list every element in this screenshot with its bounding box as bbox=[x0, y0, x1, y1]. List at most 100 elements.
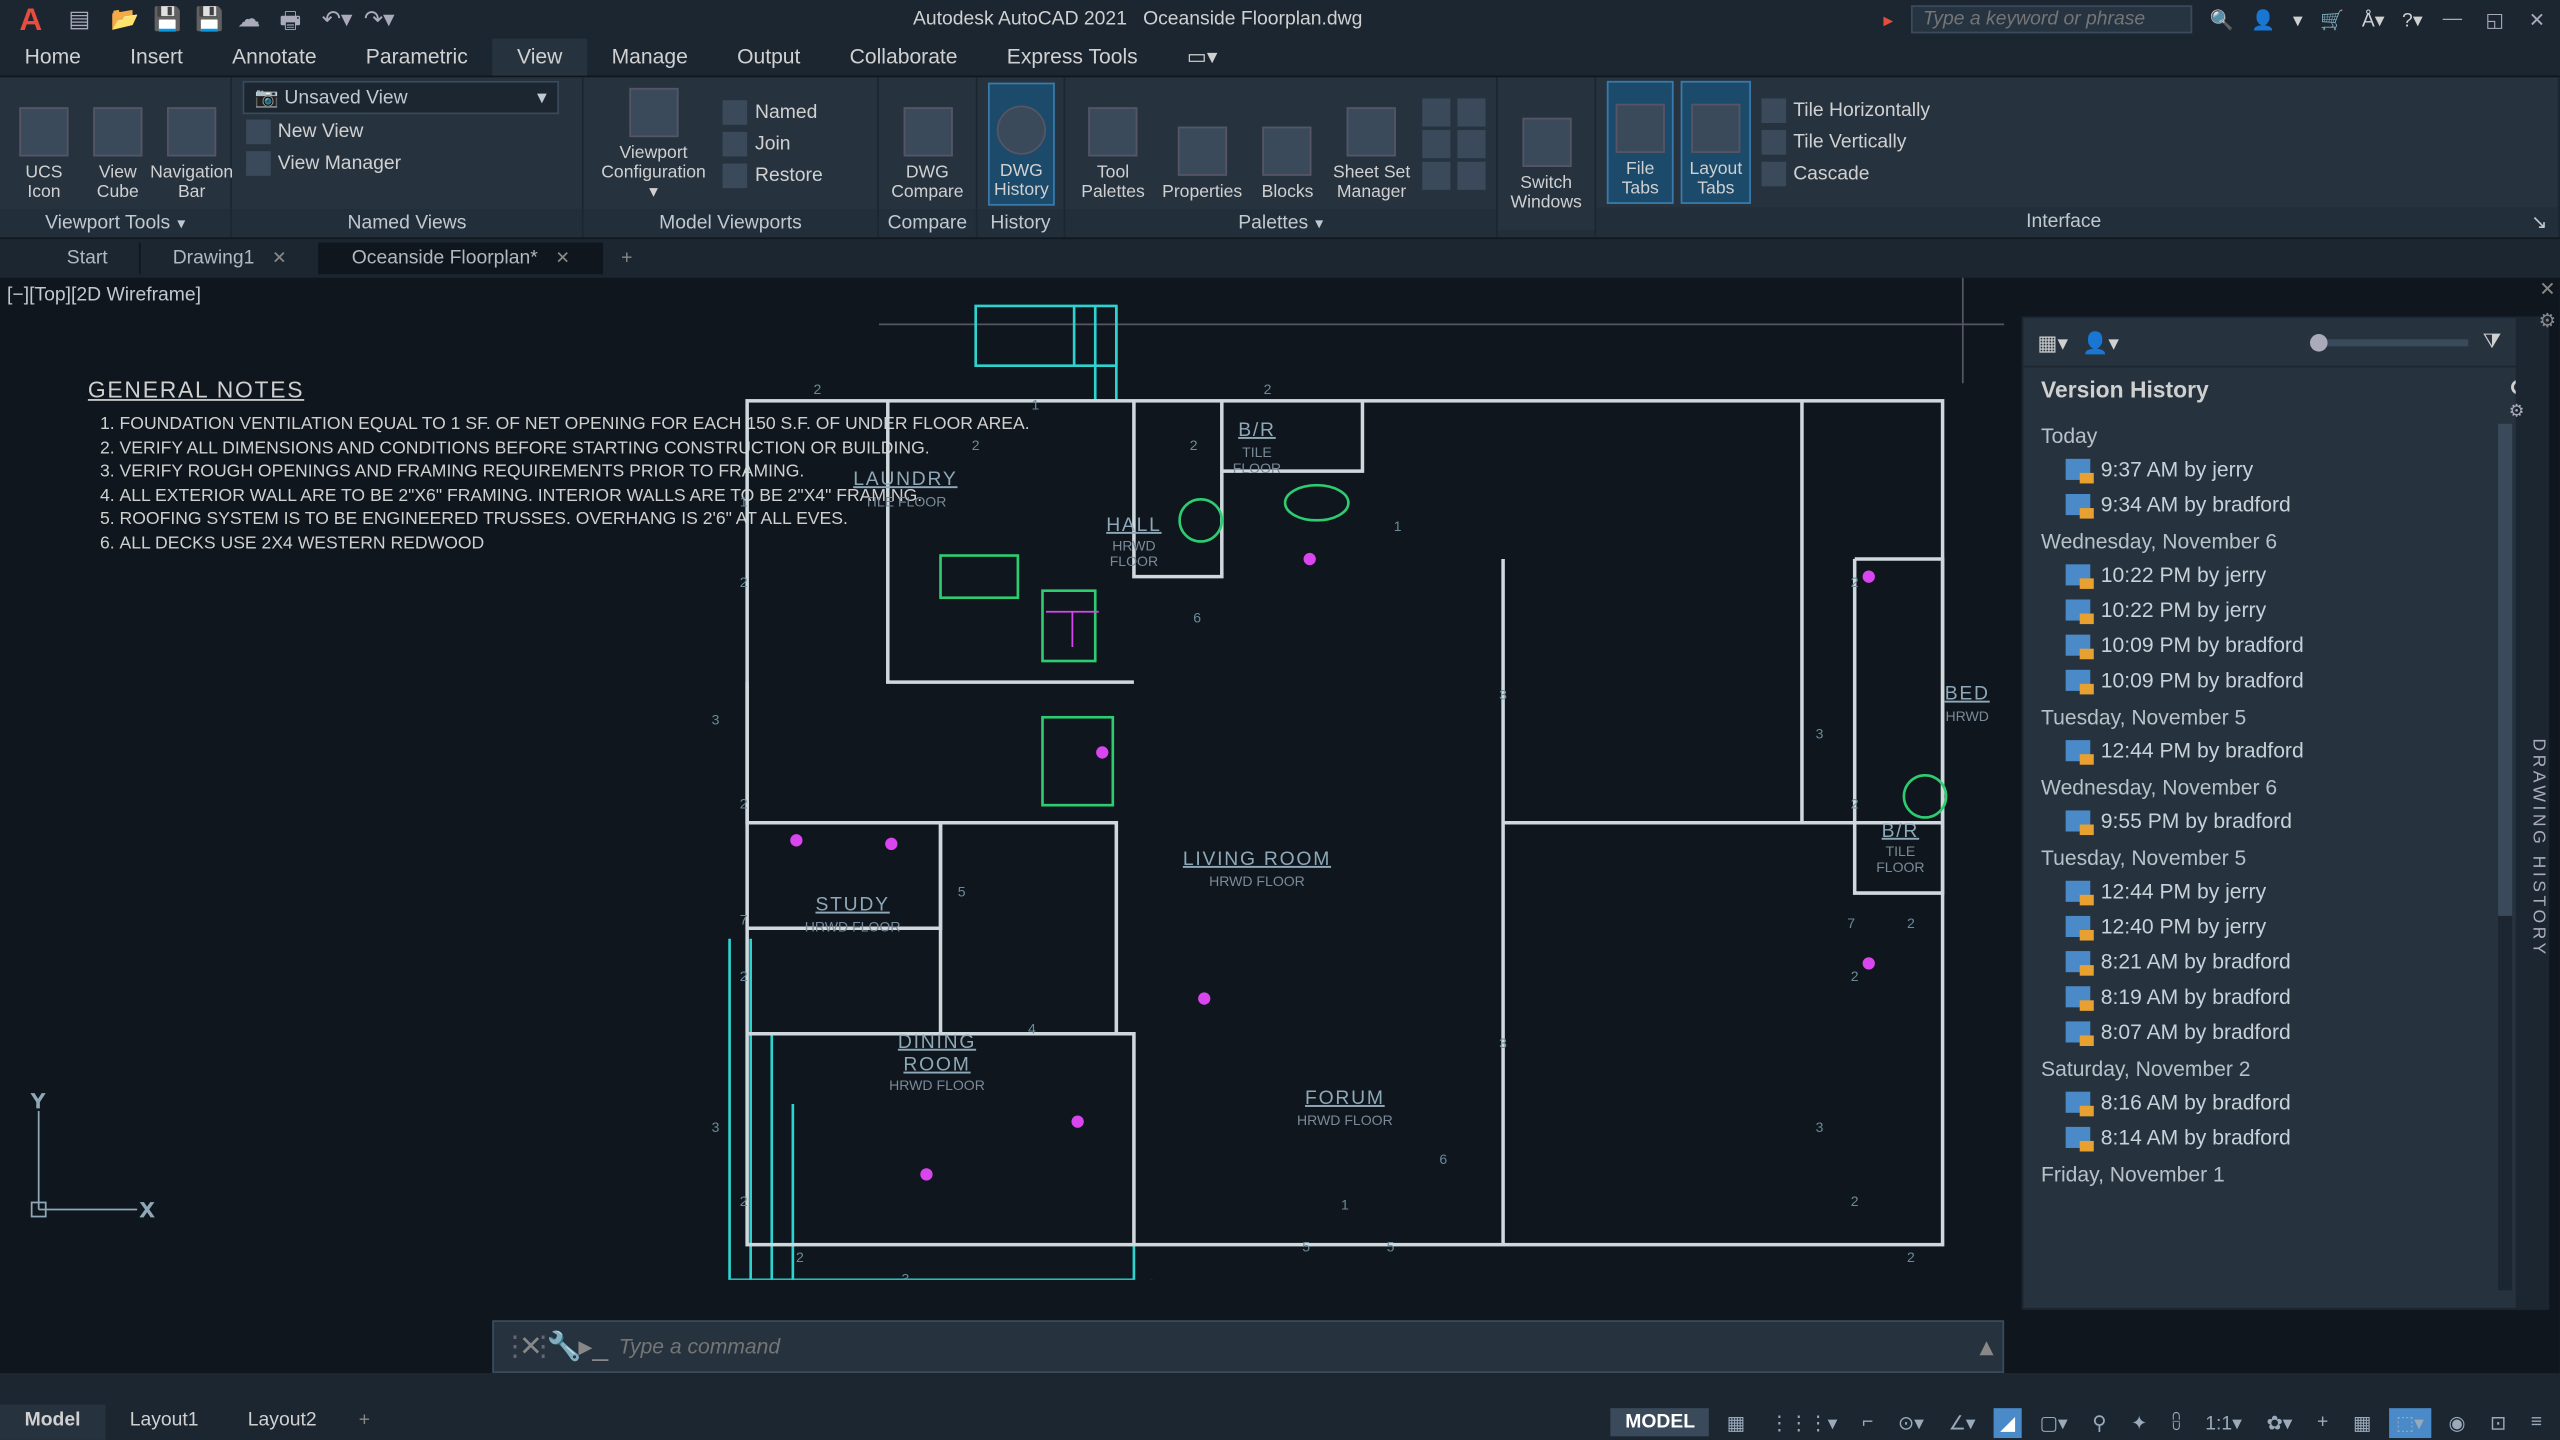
cascade-button[interactable]: Cascade bbox=[1758, 160, 1934, 188]
palette-icon-6[interactable] bbox=[1457, 161, 1485, 189]
vh-filter-icon[interactable]: ⧩ bbox=[2483, 329, 2502, 355]
properties-button[interactable]: Properties bbox=[1157, 82, 1247, 205]
sb-gear-icon[interactable]: ✿▾ bbox=[2259, 1407, 2299, 1437]
qat-save-icon[interactable]: 💾 bbox=[153, 5, 181, 33]
vh-item[interactable]: 12:40 PM by jerry bbox=[2023, 909, 2547, 944]
panel-interface[interactable]: Interface↘ bbox=[1596, 207, 2558, 237]
vh-item[interactable]: 10:22 PM by jerry bbox=[2023, 557, 2547, 592]
ucs-icon[interactable]: YX bbox=[18, 1090, 159, 1239]
sb-grid-icon[interactable]: ▦ bbox=[1720, 1407, 1752, 1437]
dwg-compare-button[interactable]: DWG Compare bbox=[890, 82, 966, 205]
vh-item[interactable]: 8:19 AM by bradford bbox=[2023, 979, 2547, 1014]
panel-palettes[interactable]: Palettes▾ bbox=[1065, 209, 1496, 237]
vh-item[interactable]: 10:22 PM by jerry bbox=[2023, 592, 2547, 627]
tab-collaborate[interactable]: Collaborate bbox=[825, 39, 982, 76]
vh-item[interactable]: 12:44 PM by bradford bbox=[2023, 733, 2547, 768]
dwg-history-button[interactable]: DWG History bbox=[988, 82, 1055, 205]
vh-item[interactable]: 10:09 PM by bradford bbox=[2023, 628, 2547, 663]
cart-icon[interactable]: 🛒 bbox=[2320, 8, 2344, 31]
sb-units-icon[interactable]: ⬚▾ bbox=[2389, 1407, 2431, 1437]
qat-saveas-icon[interactable]: 💾 bbox=[195, 5, 223, 33]
add-tab-icon[interactable]: + bbox=[603, 243, 649, 275]
viewport-config-button[interactable]: Viewport Configuration▾ bbox=[594, 82, 713, 205]
vh-user-icon[interactable]: 👤▾ bbox=[2082, 330, 2119, 355]
sb-hw-icon[interactable]: ◉ bbox=[2441, 1407, 2472, 1437]
vh-item[interactable]: 9:37 AM by jerry bbox=[2023, 452, 2547, 487]
view-cube-button[interactable]: View Cube bbox=[84, 82, 151, 205]
restore-icon[interactable]: ◱ bbox=[2482, 8, 2507, 31]
qat-new-icon[interactable]: ▤ bbox=[69, 5, 97, 33]
sb-scale[interactable]: 1:1▾ bbox=[2198, 1407, 2249, 1437]
sb-transparency-icon[interactable]: ✦ bbox=[2124, 1407, 2154, 1437]
tool-palettes-button[interactable]: Tool Palettes bbox=[1076, 82, 1150, 205]
panel-viewport-tools[interactable]: Viewport Tools▾ bbox=[0, 209, 230, 237]
tab-insert[interactable]: Insert bbox=[106, 39, 208, 76]
doctab-start[interactable]: Start bbox=[35, 243, 141, 275]
file-tabs-button[interactable]: File Tabs bbox=[1607, 81, 1674, 204]
vh-item[interactable]: 8:21 AM by bradford bbox=[2023, 944, 2547, 979]
cmd-grip-icon[interactable]: ⋮⋮ bbox=[494, 1329, 515, 1364]
vh-item[interactable]: 9:55 PM by bradford bbox=[2023, 803, 2547, 838]
tile-horiz-button[interactable]: Tile Horizontally bbox=[1758, 97, 1934, 125]
drawing-canvas[interactable]: GENERAL NOTES FOUNDATION VENTILATION EQU… bbox=[0, 278, 2004, 1310]
view-manager-button[interactable]: View Manager bbox=[243, 149, 572, 177]
palette-icon-3[interactable] bbox=[1422, 161, 1450, 189]
signin-icon[interactable]: 👤 bbox=[2251, 8, 2275, 31]
vh-side-label[interactable]: DRAWING HISTORY ⚙ bbox=[2516, 318, 2548, 1308]
close-tab-icon[interactable]: ✕ bbox=[555, 250, 570, 269]
sb-cycling-icon[interactable]: ⩉ bbox=[2165, 1407, 2188, 1437]
sb-iso-icon[interactable]: ∠▾ bbox=[1941, 1407, 1982, 1437]
dropdown-icon[interactable]: ▾ bbox=[2293, 8, 2303, 31]
sb-snap-icon[interactable]: ⋮⋮⋮▾ bbox=[1763, 1407, 1845, 1437]
palette-icon-2[interactable] bbox=[1422, 129, 1450, 157]
qat-open-icon[interactable]: 📂 bbox=[111, 5, 139, 33]
app-switcher-icon[interactable]: Å▾ bbox=[2362, 8, 2385, 31]
qat-undo-icon[interactable]: ↶▾ bbox=[322, 5, 350, 33]
cmd-customize-icon[interactable]: 🔧 bbox=[547, 1329, 579, 1364]
close-tab-icon[interactable]: ✕ bbox=[272, 250, 287, 269]
add-layout-icon[interactable]: + bbox=[341, 1405, 387, 1440]
palette-icon-1[interactable] bbox=[1422, 98, 1450, 126]
search-arrow-icon[interactable]: ▸ bbox=[1883, 8, 1893, 31]
vh-slider[interactable] bbox=[2310, 338, 2468, 345]
qat-web-icon[interactable]: ☁ bbox=[237, 5, 265, 33]
tab-parametric[interactable]: Parametric bbox=[341, 39, 492, 76]
help-icon[interactable]: ?▾ bbox=[2402, 8, 2422, 31]
view-combo[interactable]: 📷 Unsaved View▾ bbox=[243, 81, 559, 114]
sb-menu-icon[interactable]: ≡ bbox=[2524, 1408, 2549, 1436]
tile-vert-button[interactable]: Tile Vertically bbox=[1758, 128, 1934, 156]
restore-button[interactable]: Restore bbox=[720, 161, 826, 189]
tab-output[interactable]: Output bbox=[712, 39, 825, 76]
tab-home[interactable]: Home bbox=[0, 39, 106, 76]
sb-osnap-icon[interactable]: ◢ bbox=[1993, 1407, 2022, 1437]
qat-plot-icon[interactable]: 🖶 bbox=[280, 5, 308, 33]
layout-1[interactable]: Layout1 bbox=[105, 1405, 223, 1440]
tab-extra-icon[interactable]: ▭▾ bbox=[1162, 39, 1242, 76]
named-button[interactable]: Named bbox=[720, 98, 826, 126]
vh-view-icon[interactable]: ▦▾ bbox=[2038, 330, 2069, 355]
vh-item[interactable]: 8:16 AM by bradford bbox=[2023, 1085, 2547, 1120]
command-input[interactable] bbox=[608, 1334, 1971, 1359]
sb-isolate-icon[interactable]: ⊡ bbox=[2483, 1407, 2513, 1437]
tab-view[interactable]: View bbox=[492, 39, 587, 76]
palette-icon-5[interactable] bbox=[1457, 129, 1485, 157]
layout-model[interactable]: Model bbox=[0, 1405, 105, 1440]
tab-annotate[interactable]: Annotate bbox=[207, 39, 341, 76]
layout-tabs-button[interactable]: Layout Tabs bbox=[1681, 81, 1751, 204]
palette-icon-4[interactable] bbox=[1457, 98, 1485, 126]
qat-redo-icon[interactable]: ↷▾ bbox=[364, 5, 392, 33]
sb-polar-icon[interactable]: ⊙▾ bbox=[1891, 1407, 1931, 1437]
sb-lwt-icon[interactable]: ⚲ bbox=[2085, 1407, 2113, 1437]
panel-gear-icon[interactable]: ⚙ bbox=[2535, 309, 2560, 332]
join-button[interactable]: Join bbox=[720, 129, 826, 157]
sb-ortho-icon[interactable]: ⌐ bbox=[1855, 1408, 1880, 1436]
sheet-set-button[interactable]: Sheet Set Manager bbox=[1328, 82, 1415, 205]
vh-item[interactable]: 10:09 PM by bradford bbox=[2023, 663, 2547, 698]
cmd-close-icon[interactable]: ✕ bbox=[515, 1329, 547, 1364]
sb-qs-icon[interactable]: ▦ bbox=[2346, 1407, 2378, 1437]
new-view-button[interactable]: New View bbox=[243, 118, 572, 146]
ucs-icon-button[interactable]: UCS Icon bbox=[11, 82, 78, 205]
app-logo[interactable]: A bbox=[0, 0, 62, 39]
switch-windows-button[interactable]: Switch Windows bbox=[1508, 92, 1584, 215]
search-input[interactable] bbox=[1911, 5, 2192, 33]
